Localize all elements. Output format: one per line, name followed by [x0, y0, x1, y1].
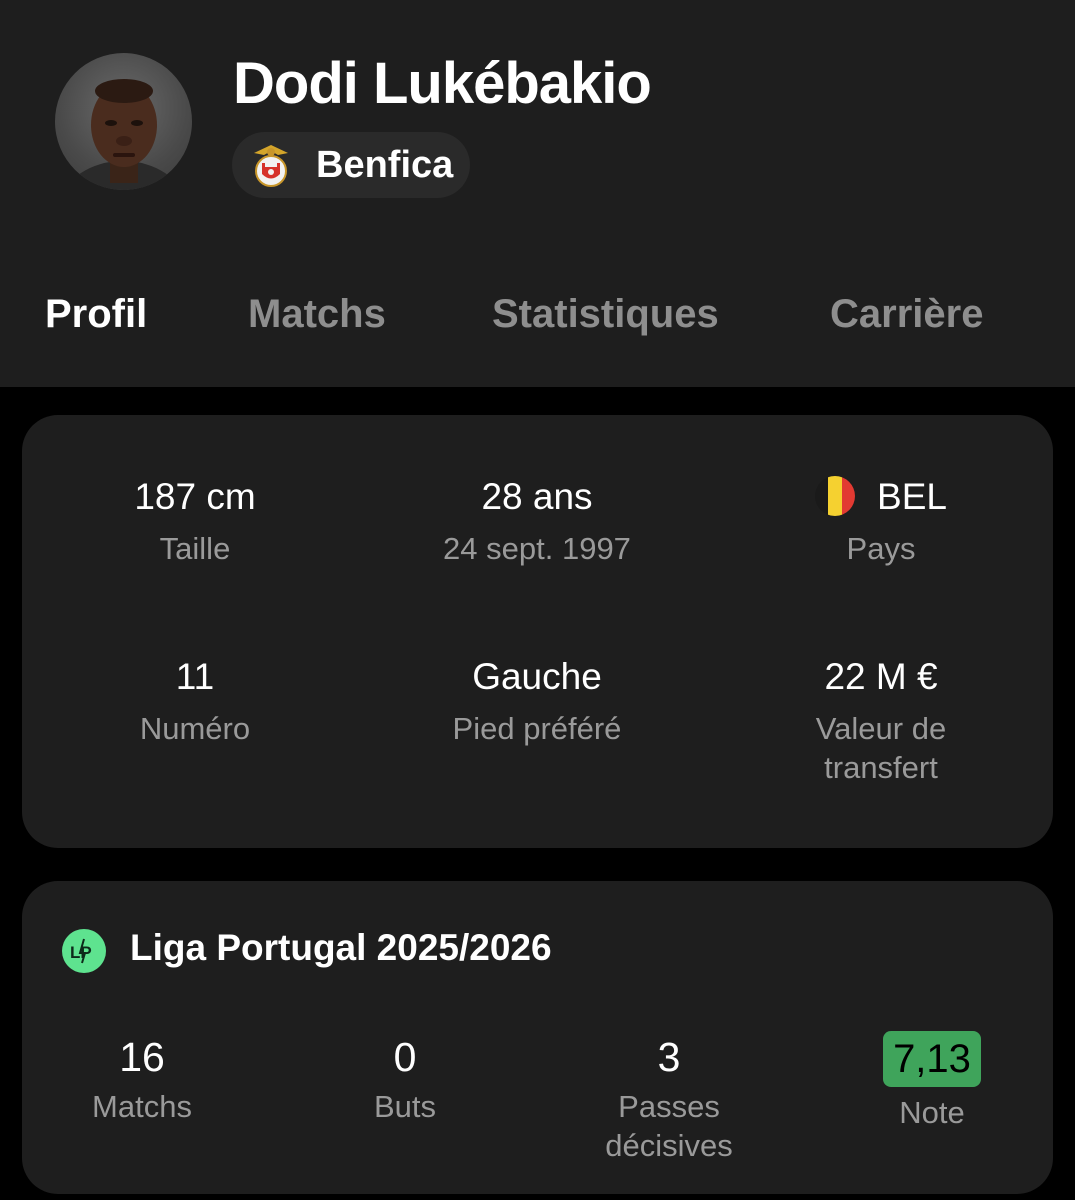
- number-info: 11 Numéro: [25, 655, 365, 748]
- country-label: Pays: [846, 531, 916, 566]
- market-value: 22 M €: [824, 656, 938, 697]
- foot-value: Gauche: [472, 656, 602, 697]
- league-title: Liga Portugal 2025/2026: [130, 927, 552, 968]
- country-code: BEL: [877, 476, 947, 517]
- stat-goals: 0 Buts: [285, 1033, 525, 1126]
- club-link[interactable]: Benfica: [232, 132, 470, 198]
- league-stats-card[interactable]: LP Liga Portugal 2025/2026 16 Matchs 0 B…: [22, 881, 1053, 1194]
- height-value: 187 cm: [134, 476, 256, 517]
- player-avatar: [55, 53, 192, 190]
- rating-badge: 7,13: [883, 1031, 981, 1087]
- tab-matchs[interactable]: Matchs: [248, 292, 386, 337]
- player-name: Dodi Lukébakio: [233, 51, 652, 116]
- market-value-info: 22 M € Valeur de transfert: [711, 655, 1051, 787]
- age-info: 28 ans 24 sept. 1997: [367, 475, 707, 568]
- tab-carriere[interactable]: Carrière: [830, 292, 983, 337]
- club-name: Benfica: [316, 144, 454, 186]
- stat-rating: 7,13 Note: [812, 1031, 1052, 1132]
- country-info: BEL Pays: [711, 475, 1051, 568]
- tab-statistiques[interactable]: Statistiques: [492, 292, 719, 337]
- player-header: Dodi Lukébakio Benfica Profil Matchs Sta…: [0, 0, 1075, 387]
- tab-profil[interactable]: Profil: [45, 292, 147, 337]
- goals-value: 0: [393, 1034, 417, 1080]
- stat-matches: 16 Matchs: [22, 1033, 262, 1126]
- number-label: Numéro: [139, 711, 251, 746]
- stat-assists: 3 Passes décisives: [549, 1033, 789, 1165]
- assists-label-line2: décisives: [605, 1128, 733, 1163]
- profile-card: 187 cm Taille 28 ans 24 sept. 1997 BEL P…: [22, 415, 1053, 848]
- matches-value: 16: [119, 1034, 165, 1080]
- height-label: Taille: [159, 531, 231, 566]
- foot-label: Pied préféré: [452, 711, 622, 746]
- number-value: 11: [175, 656, 215, 697]
- assists-label-line1: Passes: [618, 1089, 720, 1124]
- foot-info: Gauche Pied préféré: [367, 655, 707, 748]
- birthdate-label: 24 sept. 1997: [443, 531, 631, 566]
- liga-portugal-logo-icon: LP: [62, 929, 106, 973]
- tab-bar: Profil Matchs Statistiques Carrière: [0, 292, 1075, 352]
- height-info: 187 cm Taille: [25, 475, 365, 568]
- club-crest-icon: [248, 141, 294, 189]
- rating-label: Note: [899, 1095, 965, 1130]
- market-value-label-line1: Valeur de: [815, 711, 947, 746]
- market-value-label-line2: transfert: [824, 750, 938, 785]
- assists-value: 3: [657, 1034, 681, 1080]
- belgium-flag-icon: [815, 476, 856, 516]
- matches-label: Matchs: [92, 1089, 192, 1124]
- goals-label: Buts: [373, 1089, 437, 1124]
- age-value: 28 ans: [481, 476, 593, 517]
